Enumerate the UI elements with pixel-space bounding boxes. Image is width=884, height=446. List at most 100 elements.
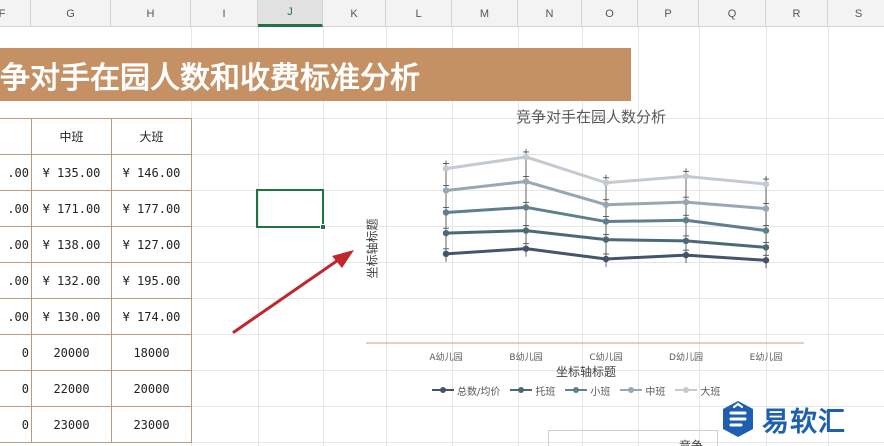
data-point[interactable] — [602, 201, 610, 208]
column-header-i[interactable]: I — [191, 0, 258, 27]
table-cell[interactable]: ¥ 138.00 — [31, 226, 112, 263]
data-point[interactable] — [682, 251, 690, 259]
data-point[interactable] — [442, 165, 450, 172]
table-cell[interactable]: ¥ 135.00 — [31, 154, 112, 191]
data-point[interactable] — [762, 227, 770, 234]
column-header-s[interactable]: S — [828, 0, 884, 27]
column-header-j[interactable]: J — [258, 0, 323, 27]
legend-marker — [518, 387, 525, 393]
red-arrow-annotation — [232, 250, 354, 334]
column-header-o[interactable]: O — [582, 0, 638, 27]
data-point[interactable] — [522, 153, 530, 161]
table-cell[interactable]: ¥ 130.00 — [31, 298, 112, 335]
table-cell[interactable]: 18000 — [111, 334, 192, 371]
column-header-q[interactable]: Q — [699, 0, 766, 27]
column-header-k[interactable]: K — [323, 0, 386, 27]
legend-item[interactable]: 总数/均价 — [432, 383, 500, 398]
data-point[interactable] — [602, 179, 610, 186]
selected-cell-j[interactable] — [256, 189, 326, 230]
table-header-cell[interactable] — [0, 118, 32, 155]
second-chart-frame[interactable]: 竞争 — [548, 430, 718, 446]
x-axis-title[interactable]: 坐标轴标题 — [536, 363, 636, 380]
legend-marker — [628, 387, 635, 393]
table-cell[interactable]: 23000 — [111, 406, 192, 443]
table-cell[interactable]: 23000 — [31, 406, 112, 443]
spreadsheet[interactable]: FGHIJKLMNOPQRS 争对手在园人数和收费标准分析 中班 大班 .00 ¥ 1… — [0, 0, 884, 446]
legend-label: 大班 — [700, 386, 721, 398]
chart-title[interactable]: 竞争对手在园人数分析 — [476, 106, 706, 127]
legend-marker — [683, 387, 690, 393]
fill-handle[interactable] — [320, 224, 326, 230]
data-point[interactable] — [762, 244, 770, 251]
data-point[interactable] — [442, 187, 450, 194]
column-header-m[interactable]: M — [452, 0, 518, 27]
table-cell[interactable]: .00 — [0, 190, 32, 227]
table-cell[interactable]: 22000 — [31, 370, 112, 407]
data-point[interactable] — [522, 245, 530, 252]
table-cell[interactable]: .00 — [0, 154, 32, 191]
legend-item[interactable]: 中班 — [620, 383, 665, 398]
table-cell[interactable]: ¥ 171.00 — [31, 190, 112, 227]
data-point[interactable] — [442, 229, 450, 237]
table-cell[interactable]: ¥ 146.00 — [111, 154, 192, 191]
table-cell[interactable]: .00 — [0, 298, 32, 335]
table-header-cell[interactable]: 大班 — [111, 118, 192, 155]
column-header-r[interactable]: R — [766, 0, 828, 27]
legend-marker — [573, 387, 580, 393]
table-cell[interactable]: 20000 — [31, 334, 112, 371]
table-cell[interactable]: ¥ 132.00 — [31, 262, 112, 299]
y-axis-title[interactable]: 坐标轴标题 — [364, 189, 381, 309]
legend-item[interactable]: 托班 — [510, 383, 555, 398]
x-tick-label: D幼儿园 — [669, 353, 703, 363]
legend-swatch — [675, 387, 698, 393]
legend-swatch — [432, 387, 454, 393]
chart-legend[interactable]: 总数/均价 托班 小班 中班 大班 — [432, 382, 762, 398]
table-cell[interactable]: 0 — [0, 406, 32, 443]
data-point[interactable] — [602, 218, 610, 225]
data-point[interactable] — [682, 217, 690, 224]
table-cell[interactable]: 20000 — [111, 370, 192, 407]
data-point[interactable] — [762, 205, 770, 212]
table-cell[interactable]: ¥ 127.00 — [111, 226, 192, 263]
data-point[interactable] — [682, 237, 690, 245]
column-header-n[interactable]: N — [518, 0, 582, 27]
banner-title[interactable]: 争对手在园人数和收费标准分析 — [0, 48, 631, 101]
legend-swatch — [510, 387, 533, 393]
data-point[interactable] — [522, 227, 530, 234]
grid-line — [828, 27, 829, 446]
logo-icon — [723, 401, 753, 437]
second-chart-title: 竞争 — [679, 439, 704, 446]
column-header-g[interactable]: G — [31, 0, 111, 27]
x-tick-label: E幼儿园 — [749, 353, 783, 363]
data-point[interactable] — [442, 250, 450, 258]
legend-swatch — [565, 387, 588, 393]
column-header-f[interactable]: F — [0, 0, 31, 27]
data-point[interactable] — [762, 257, 770, 264]
column-header-p[interactable]: P — [638, 0, 699, 27]
data-point[interactable] — [762, 180, 770, 188]
line-chart[interactable]: 竞争对手在园人数分析 坐标轴标题 坐标轴标题 A幼儿园 B幼儿园 C幼儿园 D幼儿园 E… — [356, 100, 816, 400]
x-tick-label: C幼儿园 — [589, 353, 623, 363]
data-point[interactable] — [522, 204, 530, 211]
data-point[interactable] — [522, 178, 530, 185]
data-point[interactable] — [682, 173, 690, 180]
data-point[interactable] — [602, 236, 610, 243]
table-cell[interactable]: ¥ 174.00 — [111, 298, 192, 335]
data-point[interactable] — [442, 209, 450, 216]
data-point[interactable] — [602, 255, 610, 263]
table-cell[interactable]: ¥ 177.00 — [111, 190, 192, 227]
legend-label: 托班 — [535, 386, 556, 398]
legend-item[interactable]: 大班 — [675, 383, 720, 398]
table-header-cell[interactable]: 中班 — [31, 118, 112, 155]
data-point[interactable] — [682, 198, 690, 206]
table-cell[interactable]: 0 — [0, 334, 32, 371]
legend-item[interactable]: 小班 — [565, 383, 610, 398]
legend-label: 中班 — [645, 386, 666, 398]
watermark-logo: 易软汇 — [720, 395, 880, 443]
column-header-h[interactable]: H — [111, 0, 191, 27]
table-cell[interactable]: ¥ 195.00 — [111, 262, 192, 299]
table-cell[interactable]: .00 — [0, 262, 32, 299]
table-cell[interactable]: 0 — [0, 370, 32, 407]
column-header-l[interactable]: L — [386, 0, 452, 27]
table-cell[interactable]: .00 — [0, 226, 32, 263]
